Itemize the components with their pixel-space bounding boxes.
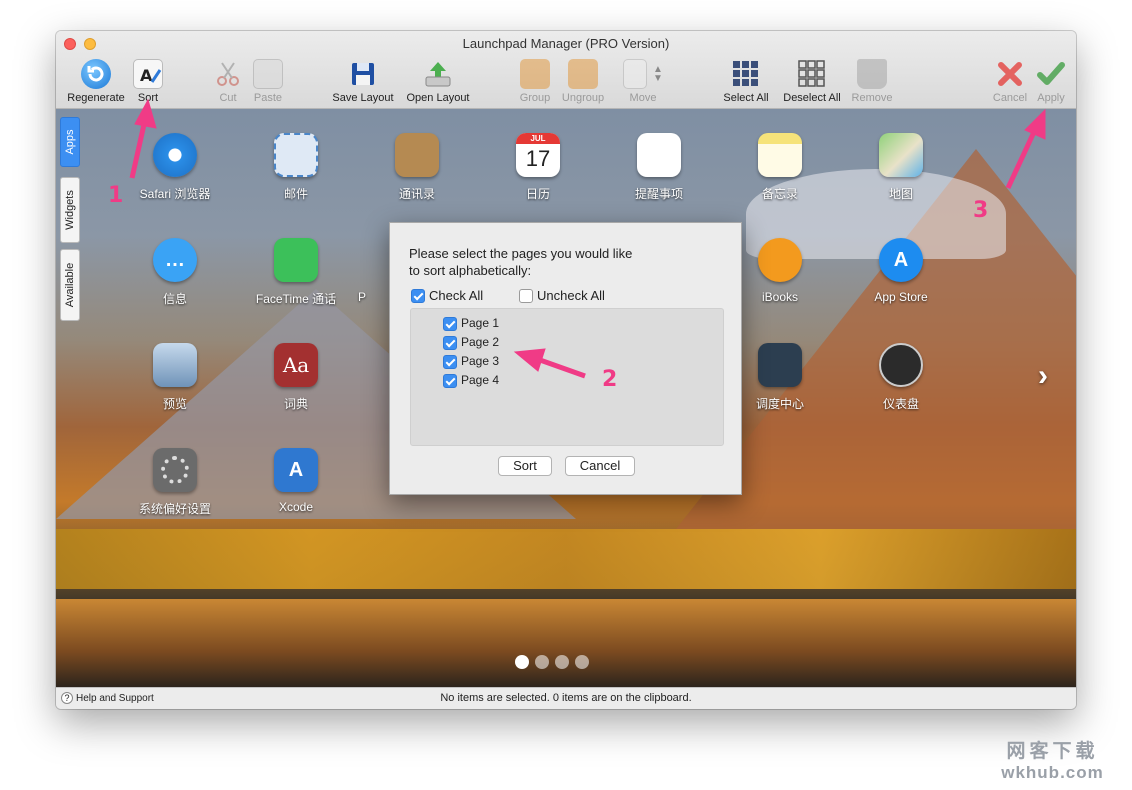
ungroup-button[interactable]: Ungroup <box>562 57 604 105</box>
move-button[interactable]: ▲ ▼ Move <box>623 57 663 105</box>
tab-widgets[interactable]: Widgets <box>60 177 80 243</box>
app-app-store[interactable]: A App Store <box>846 238 956 318</box>
app-xcode[interactable]: A Xcode <box>241 448 351 528</box>
deselect-all-grid-icon <box>797 59 827 89</box>
app-messages[interactable]: … 信息 <box>120 238 230 318</box>
sort-pages-dialog: Please select the pages you would like t… <box>389 222 742 495</box>
app-system-preferences[interactable]: 系统偏好设置 <box>120 448 230 528</box>
dialog-cancel-button[interactable]: Cancel <box>565 456 635 476</box>
window-title: Launchpad Manager (PRO Version) <box>462 36 670 51</box>
app-dictionary[interactable]: Aa 词典 <box>241 343 351 423</box>
remove-button[interactable]: Remove <box>852 57 892 105</box>
tab-available[interactable]: Available <box>60 249 80 321</box>
deselect-all-button[interactable]: Deselect All <box>783 57 841 105</box>
uncheck-all-checkbox[interactable] <box>519 289 533 303</box>
trash-icon <box>857 59 887 89</box>
page-dot-1[interactable] <box>515 655 529 669</box>
select-all-grid-icon <box>731 59 761 89</box>
mission-control-icon <box>758 343 802 387</box>
app-store-icon: A <box>879 238 923 282</box>
wallpaper-foliage <box>56 529 1076 589</box>
stepper-icon[interactable]: ▲ ▼ <box>653 65 663 84</box>
floppy-disk-icon <box>348 59 378 89</box>
open-layout-button[interactable]: Open Layout <box>407 57 470 105</box>
paste-button[interactable]: Paste <box>248 57 288 105</box>
green-checkmark-icon <box>1036 59 1066 89</box>
annotation-step-3: 3 <box>973 198 989 223</box>
messages-icon: … <box>153 238 197 282</box>
page-3-checkbox[interactable] <box>443 355 457 369</box>
watermark: 网客下载 wkhub.com <box>1001 741 1104 782</box>
contacts-icon <box>395 133 439 177</box>
page-4-checkbox[interactable] <box>443 374 457 388</box>
page-dot-3[interactable] <box>555 655 569 669</box>
page-icon <box>623 59 647 89</box>
next-page-chevron-icon[interactable]: › <box>1038 359 1048 393</box>
facetime-icon <box>274 238 318 282</box>
app-reminders[interactable]: 提醒事项 <box>604 133 714 213</box>
ungroup-icon <box>568 59 598 89</box>
regenerate-icon <box>81 59 111 89</box>
page-list: Page 1 Page 2 Page 3 Page 4 <box>410 308 724 446</box>
page-3-label: Page 3 <box>461 354 500 368</box>
preview-icon <box>153 343 197 387</box>
wallpaper-lake <box>56 599 1076 687</box>
page-dot-4[interactable] <box>575 655 589 669</box>
notes-icon <box>758 133 802 177</box>
app-dashboard[interactable]: 仪表盘 <box>846 343 956 423</box>
app-safari[interactable]: Safari 浏览器 <box>120 133 230 213</box>
mail-icon <box>274 133 318 177</box>
open-tray-icon <box>423 59 453 89</box>
page-1-label: Page 1 <box>461 316 500 330</box>
sort-icon: A <box>133 59 163 89</box>
dictionary-icon: Aa <box>274 343 318 387</box>
app-calendar[interactable]: JUL 17 日历 <box>483 133 593 213</box>
reminders-icon <box>637 133 681 177</box>
page-2-label: Page 2 <box>461 335 500 349</box>
system-preferences-icon <box>153 448 197 492</box>
app-notes[interactable]: 备忘录 <box>725 133 835 213</box>
page-dot-2[interactable] <box>535 655 549 669</box>
xcode-icon: A <box>274 448 318 492</box>
app-mail[interactable]: 邮件 <box>241 133 351 213</box>
app-contacts[interactable]: 通讯录 <box>362 133 472 213</box>
dialog-prompt: Please select the pages you would like t… <box>409 246 633 278</box>
status-bar: ? Help and Support No items are selected.… <box>56 687 1076 709</box>
app-maps[interactable]: 地图 <box>846 133 956 213</box>
status-message: No items are selected. 0 items are on th… <box>440 692 692 704</box>
titlebar: Launchpad Manager (PRO Version) Regenera… <box>56 31 1076 109</box>
maps-icon <box>879 133 923 177</box>
page-4-label: Page 4 <box>461 373 500 387</box>
scissors-icon <box>213 59 243 89</box>
dialog-sort-button[interactable]: Sort <box>498 456 552 476</box>
app-preview[interactable]: 预览 <box>120 343 230 423</box>
app-facetime[interactable]: FaceTime 通话 <box>241 238 351 318</box>
svg-text:A: A <box>140 66 153 85</box>
sort-button[interactable]: A Sort <box>128 57 168 105</box>
apply-button[interactable]: Apply <box>1031 57 1071 105</box>
annotation-step-1: 1 <box>108 183 124 208</box>
save-layout-button[interactable]: Save Layout <box>332 57 394 105</box>
uncheck-all-label: Uncheck All <box>537 288 605 303</box>
page-1-checkbox[interactable] <box>443 317 457 331</box>
page-2-checkbox[interactable] <box>443 336 457 350</box>
safari-icon <box>153 133 197 177</box>
annotation-step-2: 2 <box>602 367 618 392</box>
tab-apps[interactable]: Apps <box>60 117 80 167</box>
ibooks-icon <box>758 238 802 282</box>
clipboard-icon <box>253 59 283 89</box>
red-x-icon <box>995 59 1025 89</box>
select-all-button[interactable]: Select All <box>723 57 769 105</box>
check-all-checkbox[interactable] <box>411 289 425 303</box>
check-all-label: Check All <box>429 288 484 303</box>
group-icon <box>520 59 550 89</box>
dashboard-icon <box>879 343 923 387</box>
calendar-icon: JUL 17 <box>516 133 560 177</box>
